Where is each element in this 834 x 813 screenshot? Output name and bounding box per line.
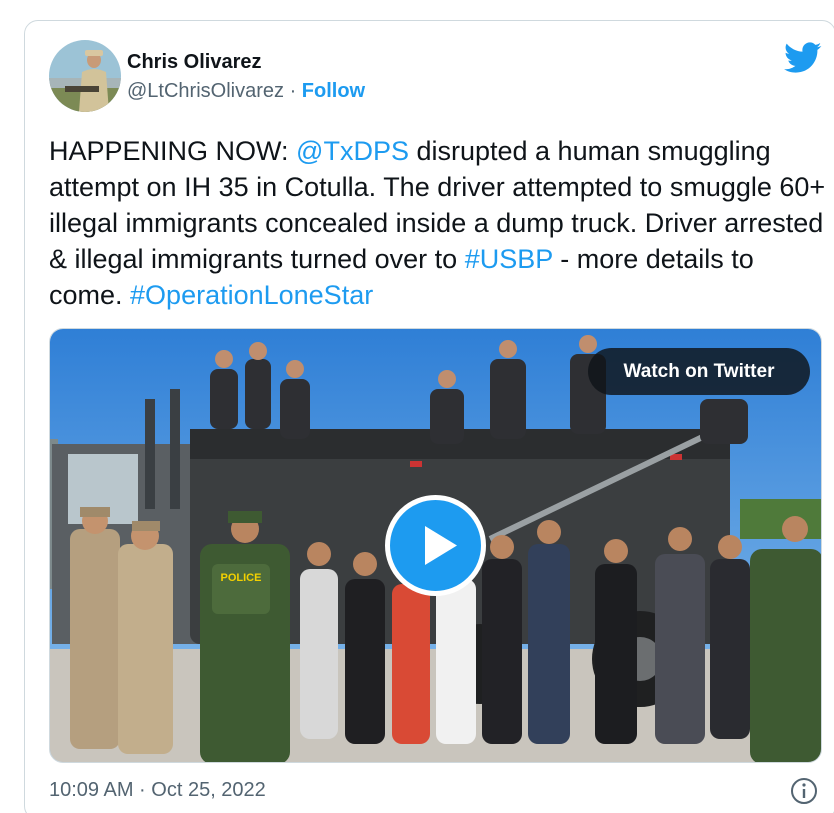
- play-button-svg: [385, 495, 486, 596]
- hashtag-link-operation[interactable]: #OperationLoneStar: [130, 280, 373, 310]
- info-icon[interactable]: [790, 777, 818, 805]
- tweet-text-part1: HAPPENING NOW:: [49, 136, 297, 166]
- handle-separator: ·: [284, 80, 302, 102]
- police-patch: POLICE: [221, 572, 262, 584]
- author-handle[interactable]: @LtChrisOlivarez: [127, 80, 284, 102]
- avatar-image: [49, 40, 121, 112]
- hashtag-link-usbp[interactable]: #USBP: [465, 244, 553, 274]
- author-handle-row: @LtChrisOlivarez · Follow: [127, 80, 365, 103]
- follow-button[interactable]: Follow: [302, 80, 365, 102]
- author-name[interactable]: Chris Olivarez: [127, 51, 262, 74]
- watch-on-twitter-button[interactable]: Watch on Twitter: [588, 348, 810, 395]
- author-avatar[interactable]: [49, 40, 121, 112]
- info-icon-svg: [791, 778, 817, 804]
- play-icon[interactable]: [385, 495, 486, 596]
- mention-link[interactable]: @TxDPS: [296, 136, 409, 166]
- twitter-bird-icon[interactable]: [784, 42, 822, 74]
- tweet-timestamp[interactable]: 10:09 AM · Oct 25, 2022: [49, 779, 266, 802]
- twitter-bird-svg: [784, 42, 822, 73]
- tweet-text: HAPPENING NOW: @TxDPS disrupted a human …: [49, 133, 829, 313]
